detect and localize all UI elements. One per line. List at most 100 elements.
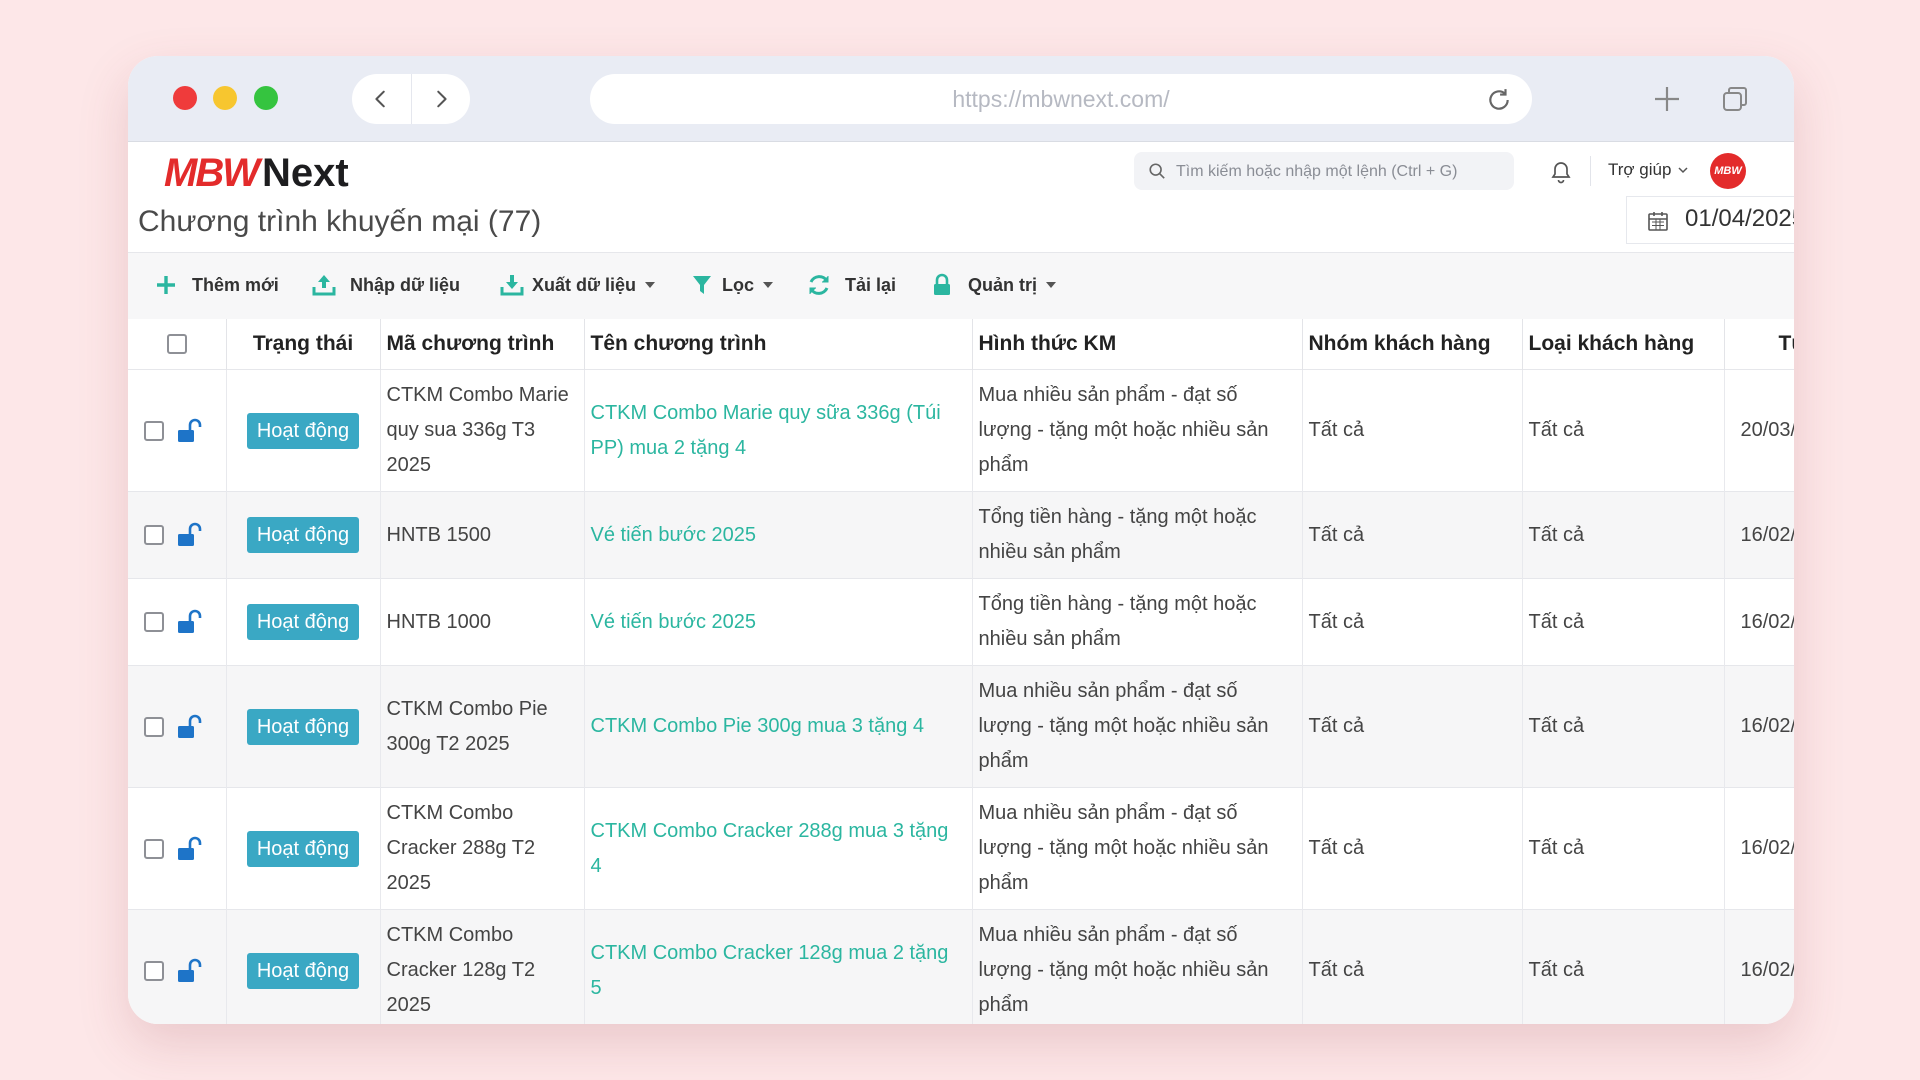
status-badge: Hoạt động xyxy=(246,952,360,989)
customer-group-cell: Tất cả xyxy=(1302,909,1523,1024)
unlock-icon[interactable] xyxy=(176,714,202,740)
table-header: Trạng thái Mã chương trình Tên chương tr… xyxy=(128,319,1794,370)
status-badge: Hoạt động xyxy=(246,830,360,867)
maximize-window-button[interactable] xyxy=(254,86,278,110)
reload-label: Tải lại xyxy=(845,274,897,295)
forward-button[interactable] xyxy=(411,74,470,124)
column-header[interactable]: Từ xyxy=(1724,319,1794,370)
upload-icon xyxy=(312,275,336,296)
promotions-table-wrapper: Trạng thái Mã chương trình Tên chương tr… xyxy=(128,319,1794,1024)
unlock-icon[interactable] xyxy=(176,836,202,862)
row-select-cell xyxy=(128,665,227,788)
program-name-link[interactable]: Vé tiến bước 2025 xyxy=(584,491,973,579)
filter-button[interactable]: Lọc xyxy=(690,273,774,297)
unlock-icon[interactable] xyxy=(176,418,202,444)
table-row[interactable]: Hoạt động CTKM Combo Pie 300g T2 2025 CT… xyxy=(128,665,1794,788)
select-all-checkbox[interactable] xyxy=(166,334,187,355)
from-date-cell: 16/02/2025 xyxy=(1724,909,1794,1024)
row-checkbox[interactable] xyxy=(144,716,164,737)
column-header[interactable]: Tên chương trình xyxy=(584,319,973,370)
table-row[interactable]: Hoạt động HNTB 1500 Vé tiến bước 2025 Tổ… xyxy=(128,491,1794,579)
customer-group-cell: Tất cả xyxy=(1302,787,1523,910)
tabs-overview-icon[interactable] xyxy=(1720,84,1750,114)
status-cell: Hoạt động xyxy=(226,787,381,910)
customer-type-cell: Tất cả xyxy=(1522,909,1725,1024)
table-row[interactable]: Hoạt động HNTB 1000 Vé tiến bước 2025 Tổ… xyxy=(128,578,1794,666)
admin-menu-button[interactable]: Quản trị xyxy=(930,273,1057,297)
help-label: Trợ giúp xyxy=(1608,160,1672,179)
table-row[interactable]: Hoạt động CTKM Combo Cracker 288g T2 202… xyxy=(128,787,1794,910)
unlock-icon[interactable] xyxy=(176,522,202,548)
from-date-cell: 16/02/2025 xyxy=(1724,578,1794,666)
bell-icon[interactable] xyxy=(1550,160,1572,184)
status-cell: Hoạt động xyxy=(226,491,381,579)
export-data-button[interactable]: Xuất dữ liệu xyxy=(500,273,656,297)
caret-down-icon xyxy=(1046,282,1057,288)
status-cell: Hoạt động xyxy=(226,578,381,666)
date-value: 01/04/2025 xyxy=(1685,205,1794,232)
minimize-window-button[interactable] xyxy=(213,86,237,110)
select-all-cell xyxy=(128,319,227,370)
table-row[interactable]: Hoạt động CTKM Combo Marie quy sua 336g … xyxy=(128,369,1794,492)
customer-type-cell: Tất cả xyxy=(1522,491,1725,579)
column-header[interactable]: Trạng thái xyxy=(226,319,381,370)
column-header[interactable]: Nhóm khách hàng xyxy=(1302,319,1523,370)
column-header[interactable]: Hình thức KM xyxy=(972,319,1303,370)
row-checkbox[interactable] xyxy=(144,420,164,441)
row-checkbox[interactable] xyxy=(144,525,164,546)
reload-button[interactable]: Tải lại xyxy=(807,273,896,297)
program-name-link[interactable]: Vé tiến bước 2025 xyxy=(584,578,973,666)
promotion-type-cell: Mua nhiều sản phẩm - đạt số lượng - tặng… xyxy=(972,909,1303,1024)
row-checkbox[interactable] xyxy=(144,960,164,981)
download-icon xyxy=(500,275,524,296)
add-new-button[interactable]: Thêm mới xyxy=(154,273,279,297)
row-checkbox[interactable] xyxy=(144,838,164,859)
row-select-cell xyxy=(128,787,227,910)
unlock-icon[interactable] xyxy=(176,958,202,984)
program-name-link[interactable]: CTKM Combo Cracker 128g mua 2 tặng 5 xyxy=(584,909,973,1024)
program-name-link[interactable]: CTKM Combo Cracker 288g mua 3 tặng 4 xyxy=(584,787,973,910)
customer-type-cell: Tất cả xyxy=(1522,787,1725,910)
customer-type-cell: Tất cả xyxy=(1522,578,1725,666)
back-button[interactable] xyxy=(352,74,411,124)
customer-group-cell: Tất cả xyxy=(1302,578,1523,666)
admin-label: Quản trị xyxy=(968,274,1038,295)
row-checkbox[interactable] xyxy=(144,612,164,633)
close-window-button[interactable] xyxy=(173,86,197,110)
browser-chrome: https://mbwnext.com/ xyxy=(128,56,1794,142)
reload-icon[interactable] xyxy=(1486,87,1512,113)
column-header[interactable]: Mã chương trình xyxy=(380,319,585,370)
date-picker[interactable]: 01/04/2025 xyxy=(1626,196,1794,244)
import-data-button[interactable]: Nhập dữ liệu xyxy=(312,273,460,297)
global-search[interactable] xyxy=(1134,152,1514,192)
nav-buttons xyxy=(352,74,470,124)
import-data-label: Nhập dữ liệu xyxy=(350,274,461,295)
user-avatar[interactable]: MBW xyxy=(1710,153,1746,189)
customer-group-cell: Tất cả xyxy=(1302,369,1523,492)
program-name-link[interactable]: CTKM Combo Pie 300g mua 3 tặng 4 xyxy=(584,665,973,788)
status-cell: Hoạt động xyxy=(226,665,381,788)
status-cell: Hoạt động xyxy=(226,909,381,1024)
code-cell: HNTB 1500 xyxy=(380,491,585,579)
caret-down-icon xyxy=(645,282,656,288)
help-menu[interactable]: Trợ giúp xyxy=(1608,160,1689,180)
promotion-type-cell: Tổng tiền hàng - tặng một hoặc nhiều sản… xyxy=(972,578,1303,666)
app-logo[interactable]: MBW Next xyxy=(164,150,349,196)
promotion-type-cell: Tổng tiền hàng - tặng một hoặc nhiều sản… xyxy=(972,491,1303,579)
unlock-icon[interactable] xyxy=(176,609,202,635)
table-row[interactable]: Hoạt động CTKM Combo Cracker 128g T2 202… xyxy=(128,909,1794,1024)
chevron-right-icon xyxy=(436,90,447,108)
logo-next: Next xyxy=(261,150,349,195)
code-cell: CTKM Combo Marie quy sua 336g T3 2025 xyxy=(380,369,585,492)
chevron-left-icon xyxy=(375,90,386,108)
promotions-table: Trạng thái Mã chương trình Tên chương tr… xyxy=(128,319,1794,1024)
program-name-link[interactable]: CTKM Combo Marie quy sữa 336g (Túi PP) m… xyxy=(584,369,973,492)
promotion-type-cell: Mua nhiều sản phẩm - đạt số lượng - tặng… xyxy=(972,369,1303,492)
caret-down-icon xyxy=(763,282,774,288)
lock-icon xyxy=(934,273,950,295)
new-tab-icon[interactable] xyxy=(1652,84,1682,114)
status-badge: Hoạt động xyxy=(246,708,360,745)
address-bar[interactable]: https://mbwnext.com/ xyxy=(590,74,1532,124)
search-input[interactable] xyxy=(1174,152,1508,192)
column-header[interactable]: Loại khách hàng xyxy=(1522,319,1725,370)
